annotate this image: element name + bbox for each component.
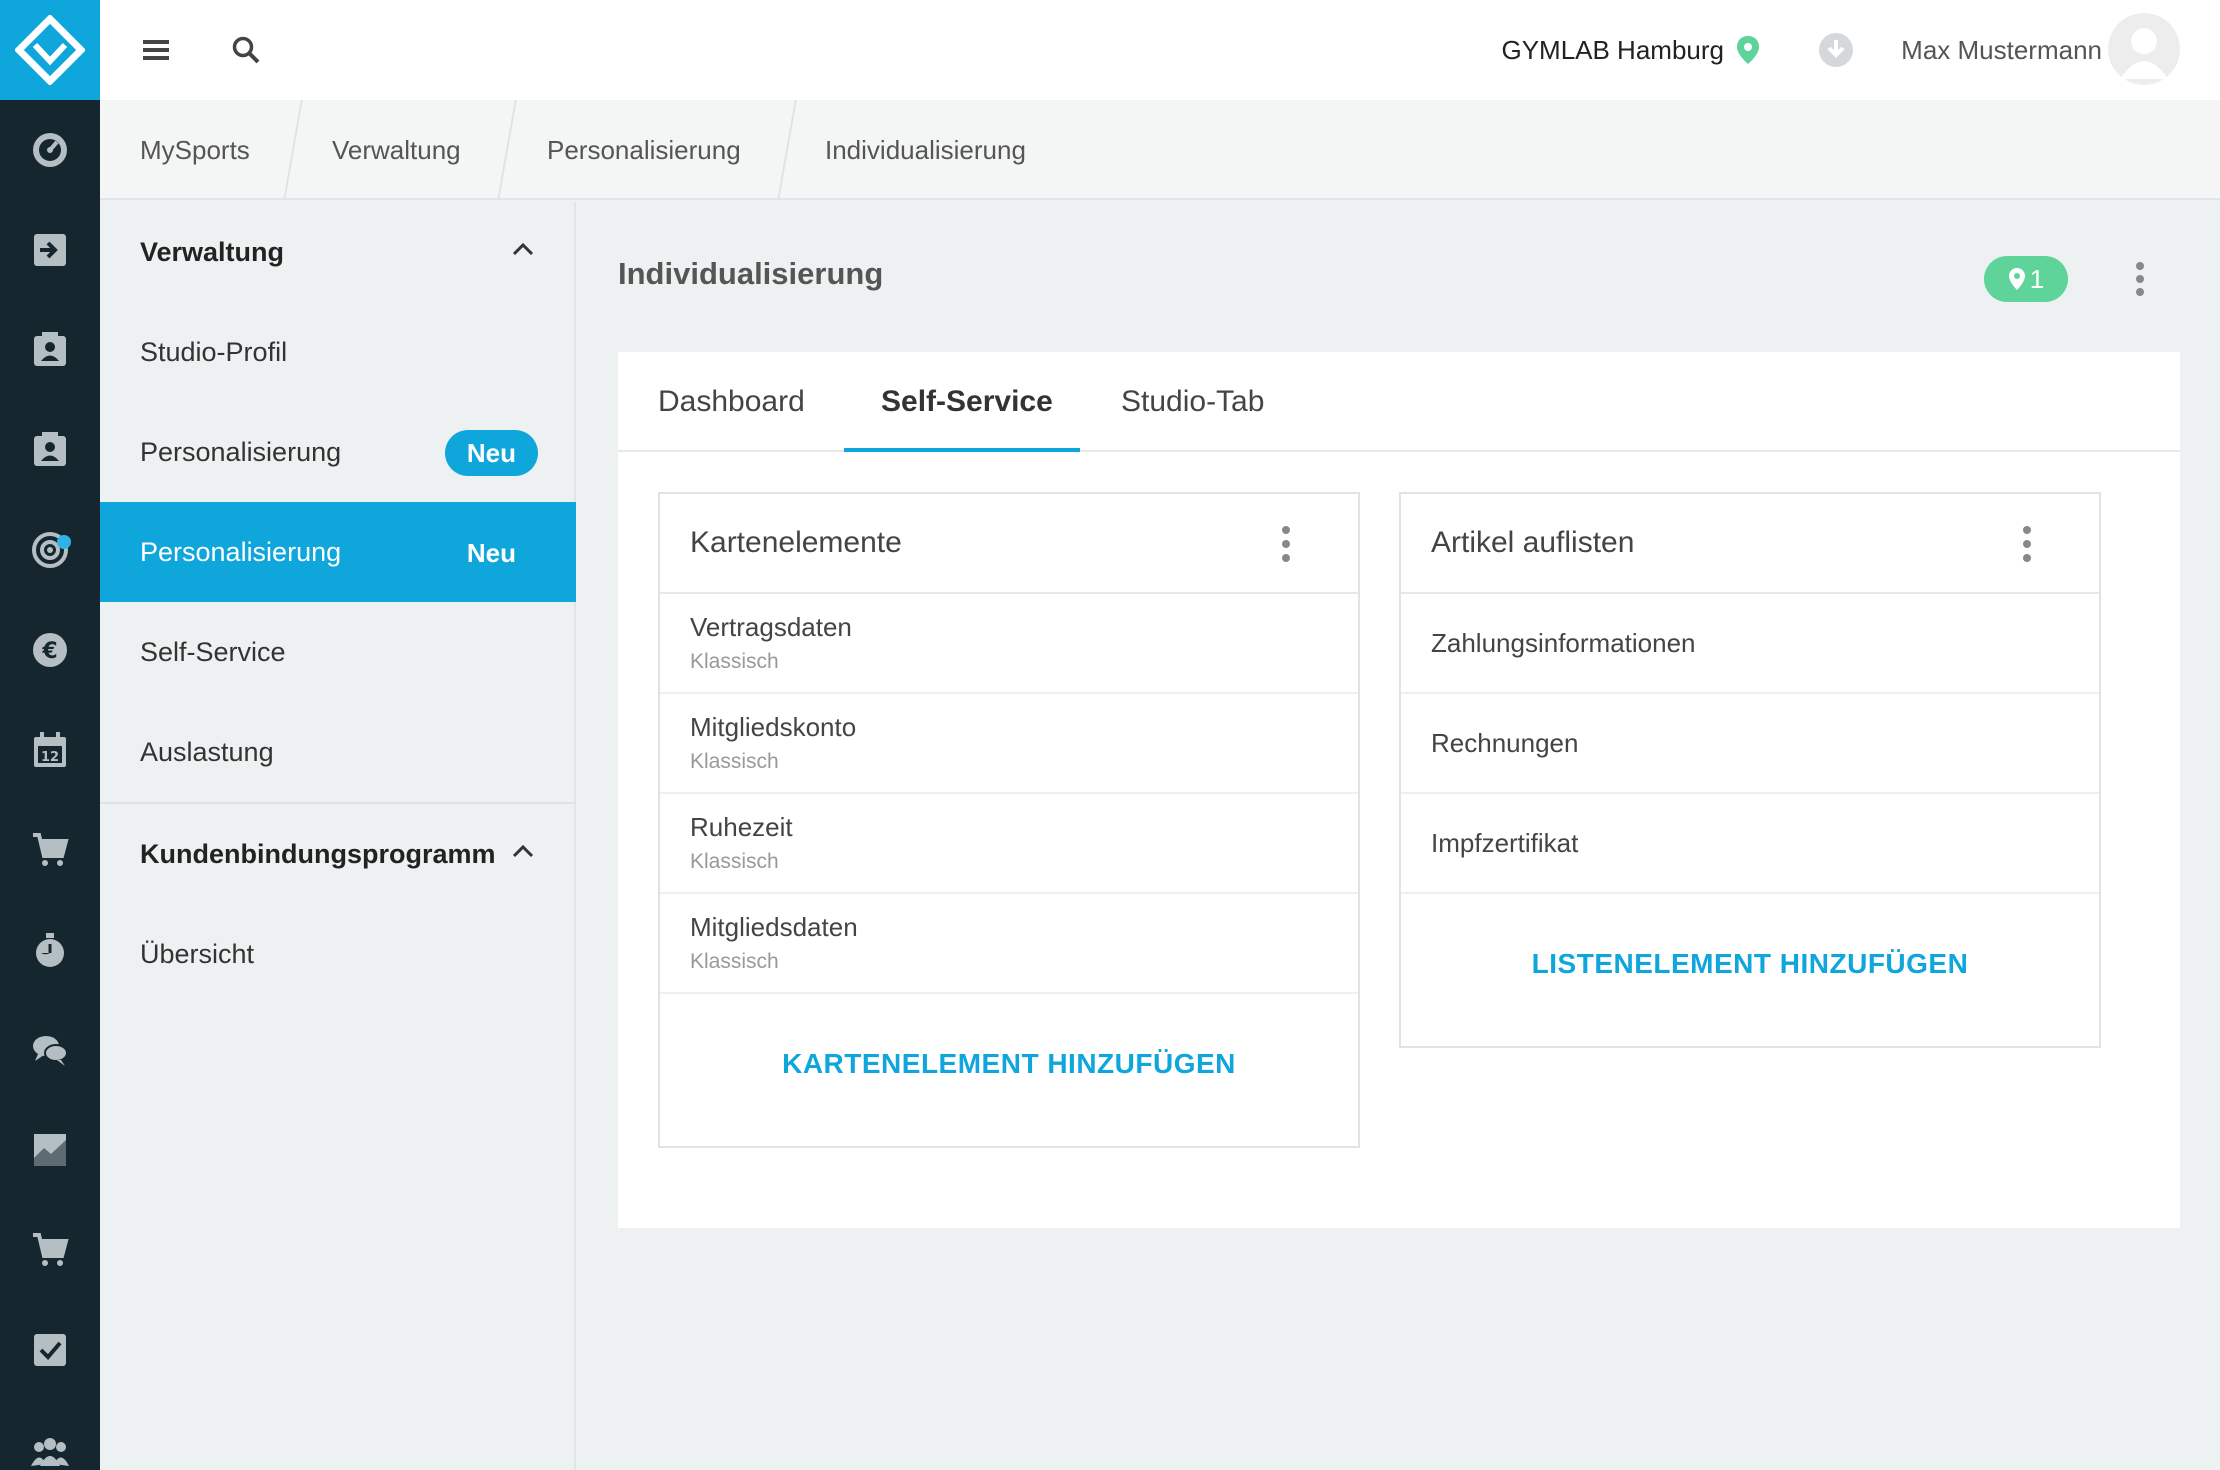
download-icon[interactable] <box>1816 30 1856 70</box>
chevron-up-icon <box>512 844 534 858</box>
dashboard-icon[interactable] <box>0 100 100 200</box>
breadcrumb: MySports Verwaltung Personalisierung Ind… <box>100 100 2220 200</box>
logo-icon[interactable] <box>0 0 100 100</box>
new-badge: Neu <box>466 537 516 568</box>
breadcrumb-individualisierung: Individualisierung <box>825 134 1026 165</box>
list-item-subtitle: Klassisch <box>690 850 779 873</box>
list-item-subtitle: Klassisch <box>690 750 779 773</box>
euro-icon[interactable]: € <box>0 600 100 700</box>
sidebar-item-label: Übersicht <box>140 938 255 969</box>
card-artikel-auflisten: Artikel auflisten Zahlungsinformationen … <box>1399 492 2101 1048</box>
breadcrumb-separator <box>497 100 517 200</box>
list-item-subtitle: Klassisch <box>690 950 779 973</box>
sidebar-item-auslastung[interactable]: Auslastung <box>100 702 576 802</box>
section-sidebar: Verwaltung Studio-Profil Personalisierun… <box>100 202 576 1470</box>
menu-icon[interactable] <box>136 30 176 70</box>
chevron-up-icon <box>512 242 534 256</box>
list-item-title: Zahlungsinformationen <box>1431 628 1696 658</box>
list-item-subtitle: Klassisch <box>690 650 779 673</box>
location-count: 1 <box>2029 263 2045 294</box>
location-count-badge[interactable]: 1 <box>1984 256 2068 302</box>
breadcrumb-personalisierung[interactable]: Personalisierung <box>547 100 741 200</box>
studio-name: GYMLAB Hamburg <box>1501 34 1724 65</box>
checkin-icon[interactable] <box>0 200 100 300</box>
svg-text:12: 12 <box>41 750 59 765</box>
breadcrumb-mysports[interactable]: MySports <box>140 100 250 200</box>
list-item-title: Mitgliedsdaten <box>690 912 858 942</box>
tab-studio-tab[interactable]: Studio-Tab <box>1121 352 1264 452</box>
list-item-title: Mitgliedskonto <box>690 712 857 742</box>
app-rail: € 12 <box>0 0 100 1470</box>
list-item-title: Ruhezeit <box>690 812 793 842</box>
location-pin-icon <box>1728 30 1768 70</box>
more-options-icon[interactable] <box>2128 256 2152 302</box>
calendar-icon[interactable]: 12 <box>0 700 100 800</box>
sidebar-group-kundenbindung[interactable]: Kundenbindungsprogramm <box>100 804 576 904</box>
breadcrumb-separator <box>283 100 303 200</box>
list-item[interactable]: Zahlungsinformationen <box>1401 594 2099 694</box>
card-title: Kartenelemente <box>690 526 902 559</box>
sidebar-item-label: Auslastung <box>140 736 274 767</box>
list-item-title: Impfzertifikat <box>1431 828 1579 858</box>
tab-self-service[interactable]: Self-Service <box>881 352 1053 452</box>
avatar[interactable] <box>2108 13 2180 85</box>
sidebar-item-self-service[interactable]: Self-Service <box>100 602 576 702</box>
list-item[interactable]: Impfzertifikat <box>1401 794 2099 894</box>
tab-dashboard[interactable]: Dashboard <box>658 352 805 452</box>
list-item[interactable]: Vertragsdaten Klassisch <box>660 594 1358 694</box>
chat-icon[interactable] <box>0 1000 100 1100</box>
new-badge: Neu <box>444 430 538 476</box>
sidebar-group-verwaltung[interactable]: Verwaltung <box>100 202 576 302</box>
studio-selector[interactable]: GYMLAB Hamburg <box>1501 30 1724 70</box>
member-card-icon[interactable] <box>0 300 100 400</box>
location-pin-icon <box>2008 268 2025 290</box>
tab-bar: Dashboard Self-Service Studio-Tab <box>618 352 2180 452</box>
list-item-title: Rechnungen <box>1431 728 1579 758</box>
member-card-icon[interactable] <box>0 400 100 500</box>
notification-dot <box>57 535 71 549</box>
search-icon[interactable] <box>226 30 266 70</box>
card-title: Artikel auflisten <box>1431 526 1635 559</box>
target-icon[interactable] <box>0 500 100 600</box>
card-kartenelemente: Kartenelemente Vertragsdaten Klassisch M… <box>658 492 1360 1148</box>
list-item[interactable]: Mitgliedskonto Klassisch <box>660 694 1358 794</box>
content-panel: Dashboard Self-Service Studio-Tab Karten… <box>618 352 2180 1228</box>
stopwatch-icon[interactable] <box>0 900 100 1000</box>
svg-text:€: € <box>41 639 57 664</box>
group-icon[interactable] <box>0 1400 100 1470</box>
sidebar-item-label: Personalisierung <box>140 536 342 567</box>
breadcrumb-separator <box>777 100 797 200</box>
sidebar-item-personalisierung[interactable]: Personalisierung Neu <box>100 402 576 502</box>
user-name: Max Mustermann <box>1901 34 2102 65</box>
list-item[interactable]: Rechnungen <box>1401 694 2099 794</box>
list-item[interactable]: Ruhezeit Klassisch <box>660 794 1358 894</box>
add-list-element-button[interactable]: LISTENELEMENT HINZUFÜGEN <box>1401 934 2099 994</box>
chart-icon[interactable] <box>0 1100 100 1200</box>
card-header: Kartenelemente <box>660 494 1358 594</box>
cart-icon[interactable] <box>0 800 100 900</box>
sidebar-item-label: Self-Service <box>140 636 286 667</box>
card-header: Artikel auflisten <box>1401 494 2099 594</box>
add-card-element-button[interactable]: KARTENELEMENT HINZUFÜGEN <box>660 1034 1358 1094</box>
cart-icon[interactable] <box>0 1200 100 1300</box>
user-menu[interactable]: Max Mustermann <box>1901 30 2102 70</box>
breadcrumb-verwaltung[interactable]: Verwaltung <box>332 100 461 200</box>
more-options-icon[interactable] <box>1274 526 1298 562</box>
checkbox-icon[interactable] <box>0 1300 100 1400</box>
page-title: Individualisierung <box>618 256 884 291</box>
active-tab-indicator <box>844 448 1080 452</box>
sidebar-item-uebersicht[interactable]: Übersicht <box>100 904 576 1004</box>
top-bar: GYMLAB Hamburg Max Mustermann <box>100 0 2220 100</box>
sidebar-item-studio-profil[interactable]: Studio-Profil <box>100 302 576 402</box>
more-options-icon[interactable] <box>2015 526 2039 562</box>
sidebar-group-title: Kundenbindungsprogramm <box>140 838 496 869</box>
sidebar-item-label: Personalisierung <box>140 436 342 467</box>
sidebar-item-personalisierung-active[interactable]: Personalisierung Neu <box>100 502 576 602</box>
list-item-title: Vertragsdaten <box>690 612 852 642</box>
sidebar-group-title: Verwaltung <box>140 236 285 267</box>
list-item[interactable]: Mitgliedsdaten Klassisch <box>660 894 1358 994</box>
sidebar-item-label: Studio-Profil <box>140 336 288 367</box>
